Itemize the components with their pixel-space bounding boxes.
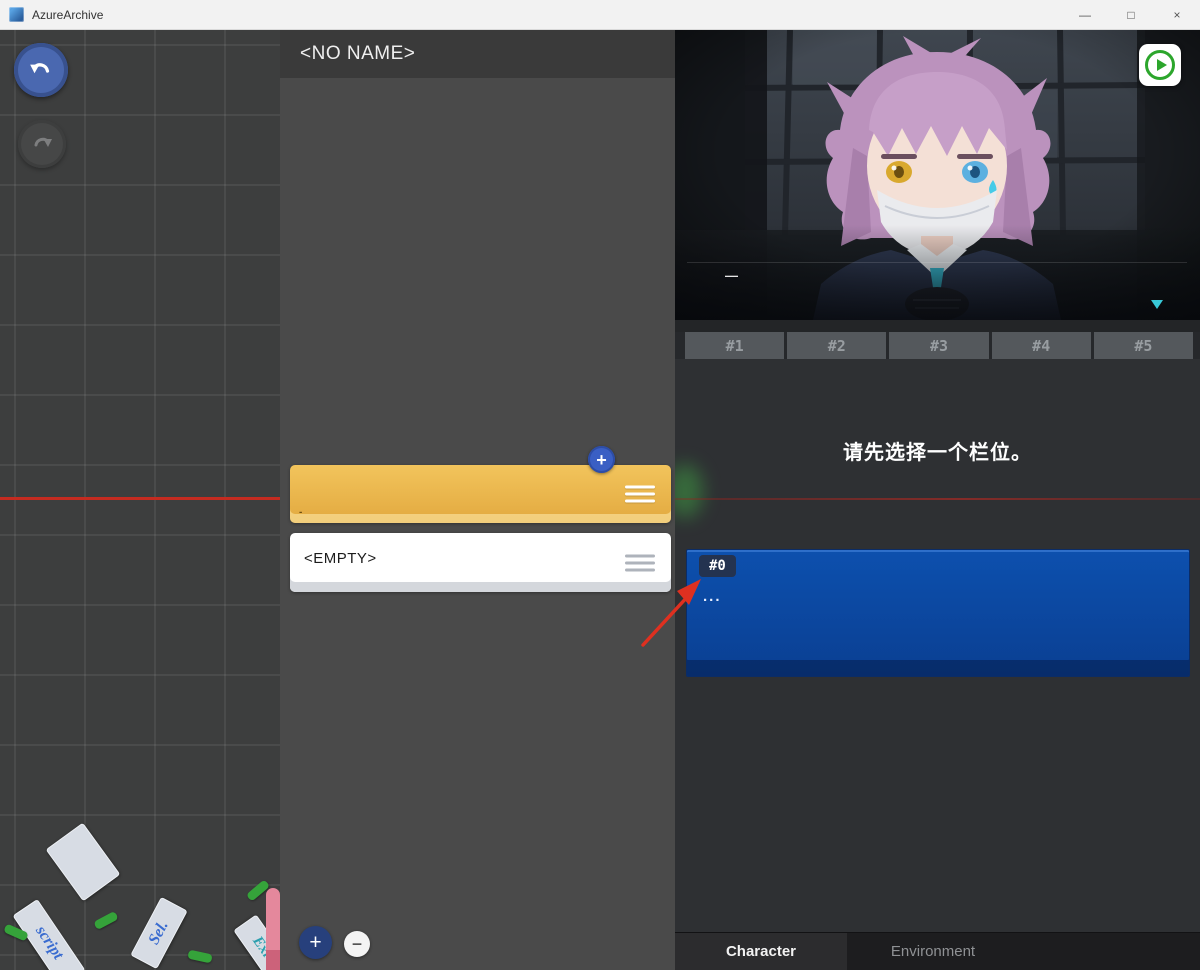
tab-character[interactable]: Character: [675, 933, 847, 970]
dialogue-separator: [687, 262, 1187, 263]
guide-line-horizontal: [0, 497, 280, 500]
select-button-fallen[interactable]: Sel.: [130, 897, 187, 969]
insert-entry-button[interactable]: +: [588, 446, 615, 473]
select-button-label: Sel.: [145, 918, 172, 948]
script-title-header: <NO NAME>: [280, 30, 675, 78]
slot-0-placeholder: ...: [703, 588, 722, 605]
play-icon: [1145, 50, 1175, 80]
play-button[interactable]: [1139, 44, 1181, 86]
slot-0-block[interactable]: #0 ...: [686, 549, 1190, 677]
window-controls: — □ ×: [1062, 0, 1200, 29]
empty-entry-label: <EMPTY>: [304, 550, 377, 567]
undo-button[interactable]: [14, 43, 68, 97]
titlebar: AzureArchive — □ ×: [0, 0, 1200, 30]
slot-tabs: #1 #2 #3 #4 #5: [685, 332, 1193, 359]
slot-tab-3[interactable]: #3: [889, 332, 988, 359]
select-slot-hint: 请先选择一个栏位。: [675, 436, 1200, 465]
scene-preview: —: [675, 30, 1200, 320]
minimize-button[interactable]: —: [1062, 0, 1108, 29]
script-entry-selected[interactable]: -: [290, 465, 671, 523]
add-entry-button[interactable]: +: [299, 926, 332, 959]
guide-line-horizontal-faint: [675, 498, 1200, 500]
window-title: AzureArchive: [32, 8, 103, 22]
remove-entry-button[interactable]: −: [344, 931, 370, 957]
scene-illustration: [675, 30, 1200, 320]
drag-handle-icon[interactable]: [625, 550, 655, 575]
inspector-panel: — #1 #2 #3 #4 #5 请先选择一个栏位。 #0 ... Charac…: [675, 30, 1200, 970]
app-icon: [9, 7, 24, 22]
dialogue-placeholder-text: —: [725, 268, 738, 283]
dialogue-next-icon: [1151, 300, 1163, 309]
redo-icon: [30, 132, 54, 156]
green-glow-decoration: [675, 464, 703, 518]
green-pill-decoration: [187, 950, 212, 964]
green-pill-decoration: [93, 911, 118, 930]
tab-environment[interactable]: Environment: [847, 933, 1019, 970]
fallen-card[interactable]: [46, 823, 121, 902]
maximize-button[interactable]: □: [1108, 0, 1154, 29]
slot-tab-1[interactable]: #1: [685, 332, 784, 359]
slot-tab-4[interactable]: #4: [992, 332, 1091, 359]
script-title: <NO NAME>: [300, 43, 415, 65]
slot-tab-5[interactable]: #5: [1094, 332, 1193, 359]
close-button[interactable]: ×: [1154, 0, 1200, 29]
redo-button[interactable]: [18, 120, 66, 168]
script-button-label: script: [31, 923, 66, 963]
slot-0-tag: #0: [699, 555, 736, 577]
script-entry-empty[interactable]: <EMPTY>: [290, 533, 671, 592]
preview-letterbox: [675, 320, 1200, 332]
slot-tab-2[interactable]: #2: [787, 332, 886, 359]
bottom-tab-bar: Character Environment: [675, 932, 1200, 970]
drag-handle-icon[interactable]: [625, 482, 655, 507]
pink-bar-decoration: [266, 888, 280, 970]
undo-icon: [28, 57, 54, 83]
script-list-panel: <NO NAME> - + <EMPTY> + −: [280, 30, 675, 970]
entry-note: -: [299, 507, 302, 518]
canvas-grid-panel: script Sel. Exi: [0, 30, 280, 970]
